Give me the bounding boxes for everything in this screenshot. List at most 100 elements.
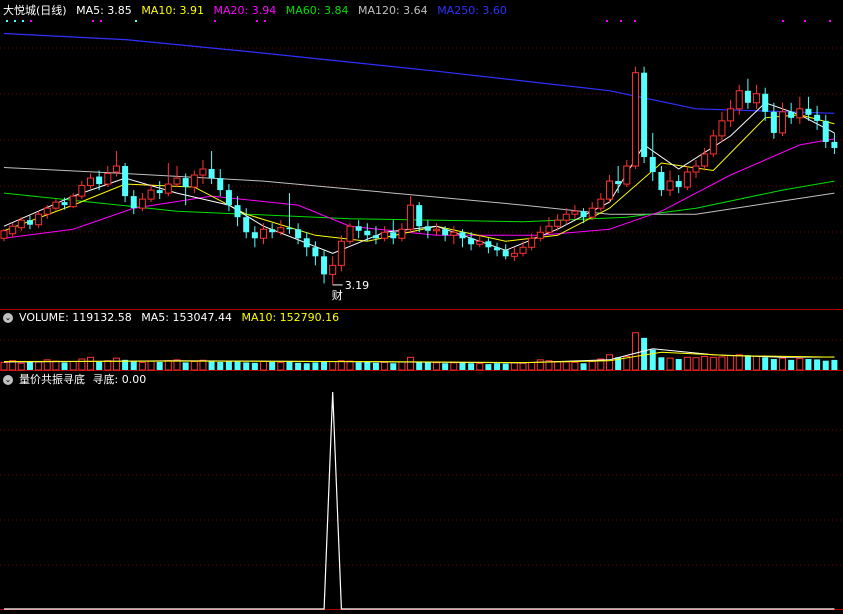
indicator-line <box>4 391 835 610</box>
candle-body-up <box>260 228 267 239</box>
chevron-down-icon[interactable]: ⌄ <box>3 375 13 385</box>
candle-body-down <box>243 217 250 233</box>
volume-bar-up <box>78 358 86 371</box>
candle-body-up <box>173 177 181 185</box>
volume-bar-up <box>554 361 562 371</box>
signal-dot <box>606 20 608 22</box>
candle-body-down <box>182 178 189 188</box>
candle-body-down <box>208 169 215 179</box>
candle-body-down <box>217 178 224 191</box>
candle-body-down <box>502 250 509 257</box>
candle-body-up <box>9 225 17 235</box>
candle-body-down <box>390 232 397 239</box>
volume-bar-down <box>502 363 509 370</box>
volume-bar-up <box>701 355 709 371</box>
signal-dot <box>92 20 94 22</box>
candle-body-up <box>545 225 553 233</box>
candle-body-up <box>519 246 527 254</box>
candle-body-up <box>623 165 631 185</box>
signal-dot <box>22 20 24 22</box>
volume-bar-down <box>658 357 665 370</box>
volume-bar-up <box>260 361 267 371</box>
volume-bar-down <box>286 361 293 370</box>
volume-bar-down <box>390 363 397 370</box>
volume-bar-up <box>606 354 613 371</box>
volume-bar-down <box>649 349 656 370</box>
candle-body-up <box>337 240 345 266</box>
candle-body-down <box>303 238 310 248</box>
volume-bar-down <box>485 364 492 370</box>
volume-bar-down <box>494 363 501 370</box>
candle-body-up <box>78 185 86 197</box>
candle-body-up <box>43 207 51 215</box>
candle-body-up <box>692 165 700 173</box>
candle-body-down <box>762 93 769 112</box>
volume-bar-up <box>536 359 544 371</box>
candle-body-down <box>580 211 587 218</box>
candle-body-up <box>0 230 8 239</box>
volume-bar-up <box>69 361 77 371</box>
volume-bar-down <box>372 362 379 370</box>
volume-bar-up <box>35 361 43 371</box>
signal-dot <box>30 20 32 22</box>
volume-bar-down <box>295 362 302 370</box>
volume-bar-up <box>718 356 726 371</box>
candle-body-up <box>779 111 786 134</box>
volume-bar-up <box>528 361 536 371</box>
volume-bar-down <box>424 362 431 370</box>
candle-body-up <box>735 90 743 110</box>
ma120-label: MA120: 3.64 <box>357 4 428 17</box>
volume-bar-up <box>709 356 717 371</box>
candle-body-down <box>251 232 258 239</box>
ma250-label: MA250: 3.60 <box>437 4 507 17</box>
candle-body-down <box>372 235 379 239</box>
volume-bar-down <box>182 362 189 370</box>
candle-body-up <box>571 210 579 215</box>
volume-bar-up <box>398 361 406 371</box>
candle-body-down <box>269 229 276 233</box>
candle-body-down <box>225 190 232 206</box>
volume-bars <box>0 332 838 371</box>
volume-bar-up <box>104 360 112 371</box>
volume-bar-down <box>251 362 258 370</box>
candle-body-down <box>355 226 362 231</box>
volume-bar-up <box>52 360 60 371</box>
volume-bar-down <box>156 361 163 370</box>
candle-body-down <box>485 241 492 248</box>
candle-body-up <box>666 180 674 191</box>
candle-body-up <box>597 198 605 209</box>
volume-bar-up <box>87 356 94 371</box>
volume-bar-down <box>831 359 838 370</box>
volume-bar-up <box>666 357 674 371</box>
candle-body-up <box>104 173 112 185</box>
signal-dot <box>782 20 784 22</box>
volume-header: ⌄ VOLUME: 119132.58 MA5: 153047.44 MA10: … <box>0 310 345 326</box>
chevron-down-icon[interactable]: ⌄ <box>3 313 13 323</box>
candle-body-down <box>658 172 665 191</box>
volume-bar-up <box>510 362 518 371</box>
candle-body-down <box>364 230 371 236</box>
volume-bar-down <box>217 361 224 370</box>
volume-bar-up <box>588 361 596 371</box>
stock-chart[interactable]: 3.19 财 <box>0 0 843 614</box>
volume-bar-up <box>450 362 458 371</box>
volume-bar-down <box>303 363 310 370</box>
volume-bar-down <box>822 360 829 370</box>
signal-dot <box>256 20 258 22</box>
candle-body-up <box>35 213 43 226</box>
signal-dot <box>214 20 216 22</box>
volume-bar-up <box>796 358 804 371</box>
candle-body-up <box>346 225 354 242</box>
volume-bar-up <box>17 362 25 371</box>
volume-bar-up <box>164 360 172 371</box>
candles <box>0 66 838 285</box>
signal-dot <box>620 20 622 22</box>
volume-bar-up <box>199 359 207 371</box>
low-price-label: 3.19 <box>345 279 370 292</box>
indicator-name: 量价共振寻底 <box>19 373 85 386</box>
stock-title: 大悦城(日线) <box>3 4 67 17</box>
volume-bar-up <box>631 332 639 371</box>
candle-body-up <box>87 177 94 187</box>
top-marks <box>6 20 831 22</box>
candle-body-down <box>26 220 33 225</box>
